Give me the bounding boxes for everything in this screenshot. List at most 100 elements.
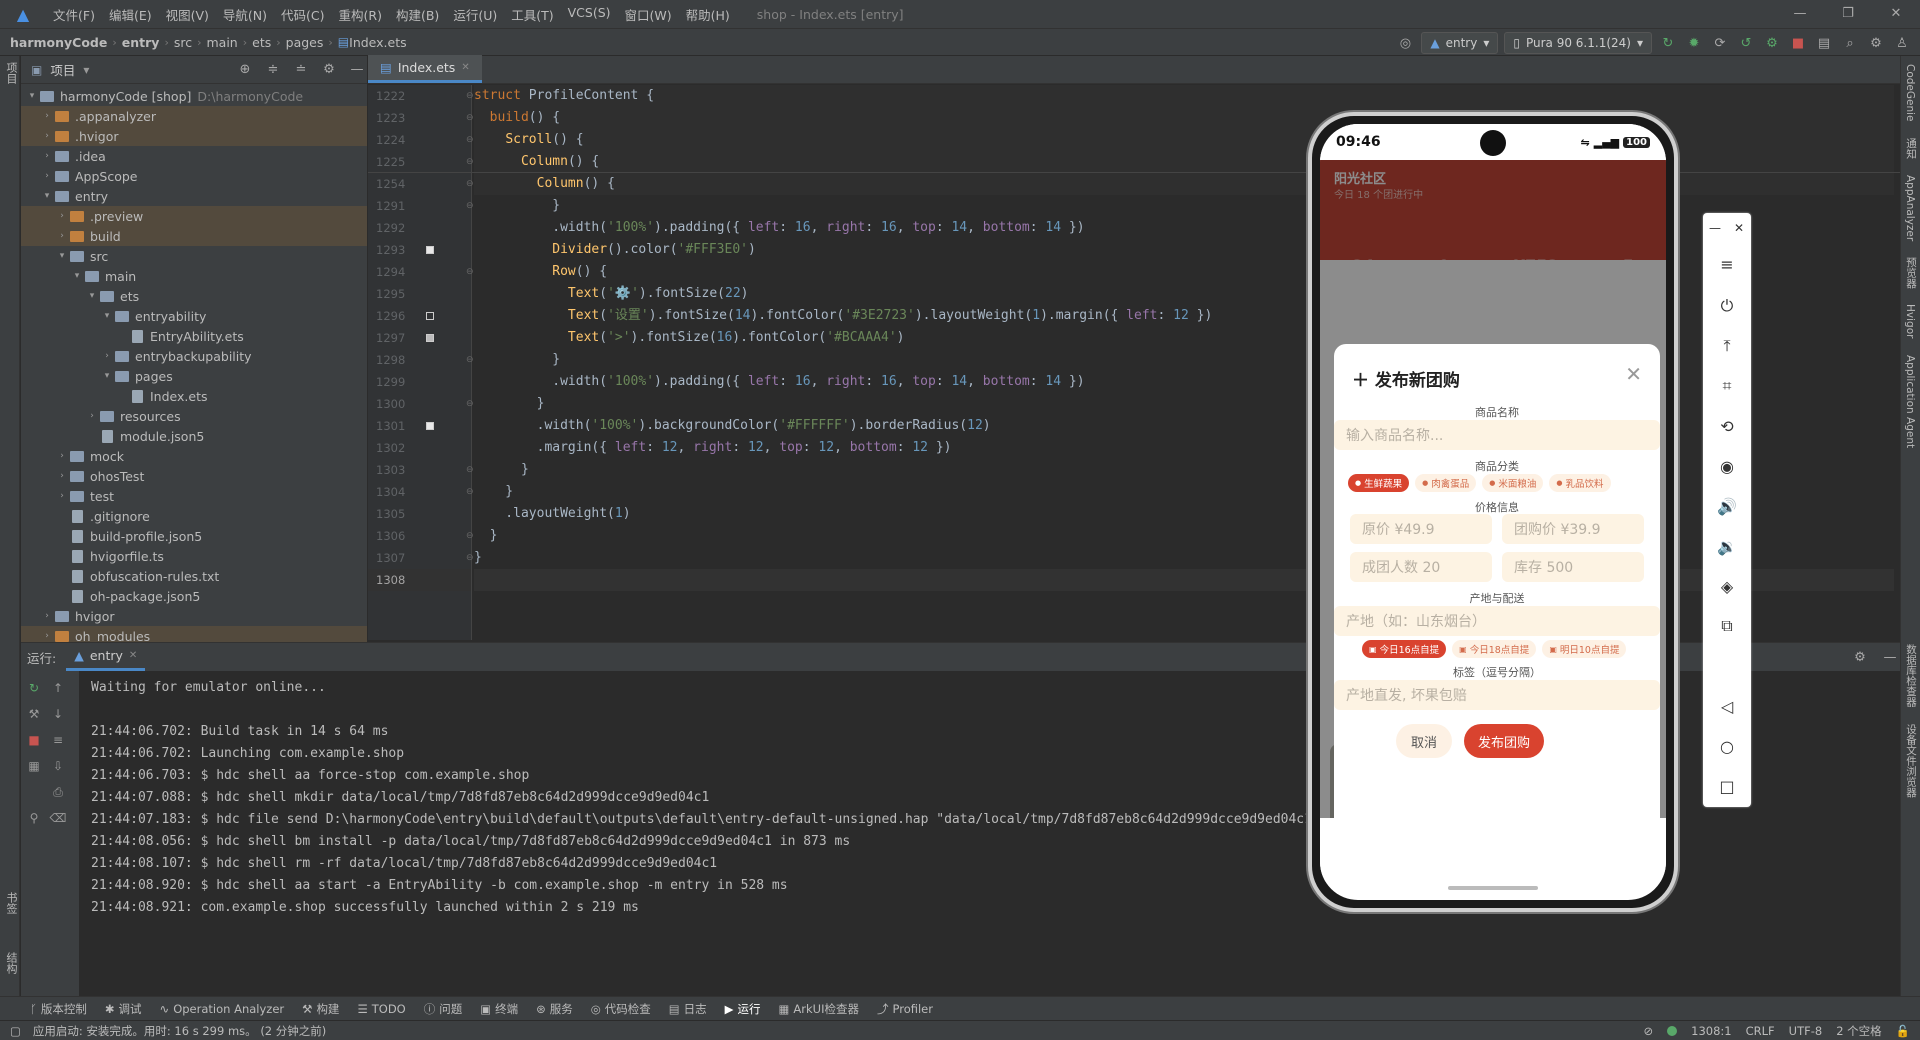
apply-changes-icon[interactable]: ↺	[1736, 33, 1756, 53]
pickup-chip[interactable]: ▣ 今日18点自提	[1452, 640, 1537, 658]
chevron-down-icon[interactable]: ▾	[70, 271, 84, 281]
screenshot-icon[interactable]: ◉	[1703, 451, 1751, 481]
file-encoding[interactable]: UTF-8	[1789, 1024, 1823, 1038]
category-chip[interactable]: ● 乳品饮料	[1549, 474, 1611, 492]
chevron-right-icon[interactable]: ›	[55, 211, 69, 221]
breakpoint-marker[interactable]	[426, 334, 434, 342]
menu-item[interactable]: 重构(R)	[332, 5, 389, 24]
chevron-right-icon[interactable]: ›	[55, 491, 69, 501]
tree-item[interactable]: ▾ entryability	[21, 306, 367, 326]
attach-debugger-icon[interactable]: ⚙	[1762, 33, 1782, 53]
code-line[interactable]: Column() {	[474, 173, 1894, 195]
code-line[interactable]: }	[474, 349, 1894, 371]
tree-item[interactable]: › hvigor	[21, 606, 367, 626]
home-icon[interactable]: ○	[1703, 731, 1751, 761]
original-price-input[interactable]: 原价 ¥49.9	[1350, 514, 1492, 544]
category-chip[interactable]: ● 生鲜蔬果	[1348, 474, 1410, 492]
tree-item[interactable]: ▾ main	[21, 266, 367, 286]
chevron-right-icon[interactable]: ›	[40, 611, 54, 621]
chevron-down-icon[interactable]: ▾	[25, 91, 39, 101]
menu-item[interactable]: 编辑(E)	[102, 5, 159, 24]
breadcrumb-item[interactable]: Index.ets	[349, 35, 407, 50]
min-members-input[interactable]: 成团人数 20	[1350, 552, 1492, 582]
bottom-tab[interactable]: ⊛ 服务	[536, 1001, 573, 1017]
bottom-tab[interactable]: ᚴ 版本控制	[30, 1001, 87, 1017]
caret-position[interactable]: 1308:1	[1691, 1024, 1731, 1038]
chevron-right-icon[interactable]: ›	[40, 171, 54, 181]
menu-item[interactable]: VCS(S)	[561, 5, 618, 24]
tree-item[interactable]: hvigorfile.ts	[21, 546, 367, 566]
lock-icon[interactable]: 🔓	[1896, 1024, 1910, 1038]
chevron-down-icon[interactable]: ▾	[55, 251, 69, 261]
breadcrumb-item[interactable]: src	[174, 35, 192, 50]
chevron-right-icon[interactable]: ›	[40, 111, 54, 121]
up-icon[interactable]: ↑	[45, 675, 71, 701]
structure-tool-tab[interactable]: 结构	[0, 946, 22, 980]
right-tool-tab[interactable]: AppAnalyzer	[1901, 167, 1919, 249]
cancel-button[interactable]: 取消	[1396, 724, 1452, 758]
origin-input[interactable]: 产地（如：山东烟台）	[1334, 606, 1660, 636]
right-tool-tab[interactable]: CodeGenie	[1901, 56, 1919, 130]
menu-item[interactable]: 运行(U)	[446, 5, 504, 24]
bottom-tab[interactable]: ∿ Operation Analyzer	[160, 1002, 285, 1016]
fold-icon[interactable]: ⊖	[466, 107, 474, 129]
bottom-tab[interactable]: ▤ 日志	[669, 1001, 707, 1017]
pin-top-icon[interactable]: ⤒	[1703, 331, 1751, 361]
chevron-down-icon[interactable]: ▾	[100, 311, 114, 321]
stop-icon[interactable]: ■	[21, 727, 47, 753]
breakpoint-marker[interactable]	[426, 312, 434, 320]
code-line[interactable]: Scroll() {	[474, 129, 1894, 151]
menu-item[interactable]: 视图(V)	[159, 5, 216, 24]
search-icon[interactable]: ⌕	[1840, 33, 1860, 53]
breadcrumb-item[interactable]: main	[207, 35, 238, 50]
layout-icon[interactable]: ▦	[21, 753, 47, 779]
wrench-icon[interactable]: ⚒	[21, 701, 47, 727]
menu-item[interactable]: 代码(C)	[274, 5, 331, 24]
settings-icon[interactable]: ⚙	[1866, 33, 1886, 53]
chevron-down-icon[interactable]: ▾	[100, 371, 114, 381]
fold-icon[interactable]: ⊖	[466, 173, 474, 195]
code-line[interactable]: .width('100%').padding({ left: 16, right…	[474, 217, 1894, 239]
fold-icon[interactable]: ⊖	[466, 349, 474, 371]
tree-item[interactable]: › build	[21, 226, 367, 246]
code-line[interactable]: Column() {	[474, 151, 1894, 173]
code-line[interactable]: build() {	[474, 107, 1894, 129]
tree-item[interactable]: › resources	[21, 406, 367, 426]
breadcrumb-item[interactable]: harmonyCode	[10, 35, 107, 50]
fold-icon[interactable]: ⊖	[466, 547, 474, 569]
chevron-right-icon[interactable]: ›	[55, 231, 69, 241]
tree-item[interactable]: .gitignore	[21, 506, 367, 526]
code-line[interactable]: Divider().color('#FFF3E0')	[474, 239, 1894, 261]
status-message[interactable]: 应用启动: 安装完成。用时: 16 s 299 ms。 (2 分钟之前)	[33, 1023, 326, 1039]
pickup-chip[interactable]: ▣ 今日16点自提	[1362, 640, 1447, 658]
tree-item[interactable]: › entrybackupability	[21, 346, 367, 366]
profile-icon[interactable]: ⟳	[1710, 33, 1730, 53]
code-line[interactable]: Text('>').fontSize(16).fontColor('#BCAAA…	[474, 327, 1894, 349]
close-icon[interactable]: ✕	[1625, 362, 1642, 386]
close-tab-icon[interactable]: ✕	[461, 62, 469, 73]
soft-wrap-icon[interactable]: ≡	[45, 727, 71, 753]
bottom-tab[interactable]: ⓘ 问题	[424, 1001, 463, 1017]
console-output[interactable]: Waiting for emulator online... 21:44:06.7…	[91, 677, 1321, 919]
minimize-icon[interactable]: —	[1776, 0, 1824, 28]
editor-tab-index[interactable]: ▤ Index.ets ✕	[368, 55, 482, 83]
chevron-right-icon[interactable]: ›	[40, 131, 54, 141]
tree-item[interactable]: obfuscation-rules.txt	[21, 566, 367, 586]
tree-item[interactable]: build-profile.json5	[21, 526, 367, 546]
bottom-tab[interactable]: ▦ ArkUI检查器	[779, 1001, 859, 1017]
code-line[interactable]: }	[474, 459, 1894, 481]
hide-icon[interactable]: —	[1880, 647, 1900, 667]
code-line[interactable]: struct ProfileContent {	[474, 85, 1894, 107]
code-line[interactable]: Row() {	[474, 261, 1894, 283]
code-line[interactable]: }	[474, 525, 1894, 547]
menu-item[interactable]: 窗口(W)	[618, 5, 679, 24]
debug-icon[interactable]: ✹	[1684, 33, 1704, 53]
fold-icon[interactable]: ⊖	[466, 151, 474, 173]
status-icon[interactable]: ▢	[10, 1024, 21, 1038]
settings-icon[interactable]: ⚙	[1850, 647, 1870, 667]
rerun-icon[interactable]: ↻	[1658, 33, 1678, 53]
scroll-end-icon[interactable]: ⇩	[45, 753, 71, 779]
fold-icon[interactable]: ⊖	[466, 129, 474, 151]
fold-icon[interactable]: ⊖	[466, 85, 474, 107]
chevron-right-icon[interactable]: ›	[100, 351, 114, 361]
